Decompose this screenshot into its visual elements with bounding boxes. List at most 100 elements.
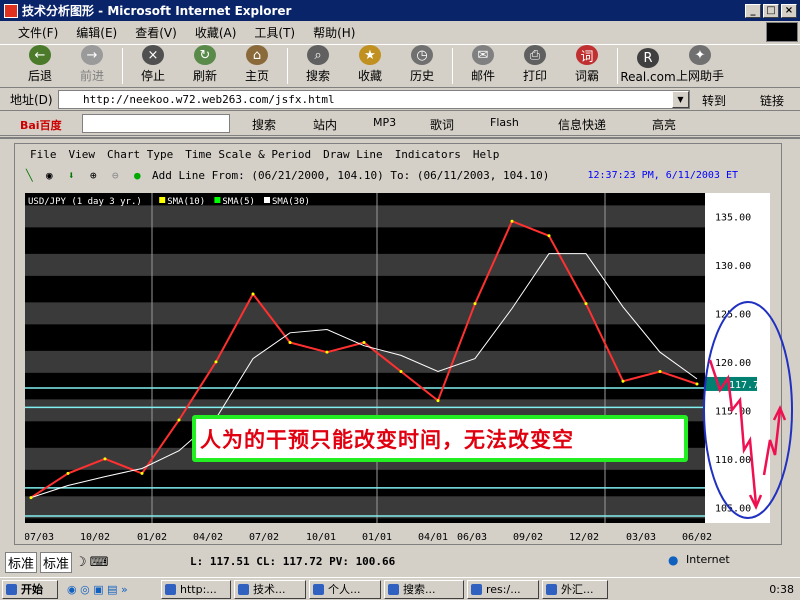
task-3[interactable]: 个人... [309,579,381,599]
applet-menu-draw-line[interactable]: Draw Line [323,148,383,161]
toolbar-forward-arrow-button[interactable]: → 前进 [66,45,118,87]
task-5[interactable]: res:/... [467,579,539,599]
legend-entry: SMA(5) [222,197,255,207]
line-tool-icon[interactable]: ╲ [26,169,46,182]
assistant-icon: ✦ [689,45,711,65]
toolbar-label: 打印 [522,69,547,83]
refresh-icon: ↻ [194,45,216,65]
applet-menu-view[interactable]: View [69,148,96,161]
window-title: 技术分析图形 - Microsoft Internet Explorer [22,4,292,18]
baidu-site-button[interactable]: 站内 [313,116,337,133]
menu-favorites[interactable]: 收藏(A) [195,24,237,41]
hand-drawn-annotation [703,301,793,519]
menu-view[interactable]: 查看(V) [135,24,177,41]
menu-bar: 文件(F) 编辑(E) 查看(V) 收藏(A) 工具(T) 帮助(H) [0,21,760,43]
baidu-logo[interactable]: Bai百度 [20,117,62,133]
chevron-down-icon[interactable]: ▼ [672,91,689,108]
toolbar-assistant-button[interactable]: ✦ 上网助手 [674,45,726,87]
task-2[interactable]: 技术... [234,579,306,599]
legend-swatch [264,197,270,203]
toolbar-history-button[interactable]: ◷ 历史 [396,45,448,87]
task-4[interactable]: 搜索... [384,579,464,599]
maximize-button[interactable]: □ [763,3,779,18]
price-point [547,234,551,238]
go-button[interactable]: 转到 [702,92,726,109]
x-tick-label: 10/02 [80,532,110,543]
toolbar-print-button[interactable]: ⎙ 打印 [509,45,561,87]
baidu-mp3-button[interactable]: MP3 [373,116,396,129]
x-tick-label: 12/02 [569,532,599,543]
zoom-out-icon[interactable]: ⊖ [112,169,134,182]
toolbar-mail-button[interactable]: ✉ 邮件 [457,45,509,87]
price-point [288,340,292,344]
links-button[interactable]: 链接 [760,92,784,109]
x-tick-label: 01/02 [137,532,167,543]
x-tick-label: 03/03 [626,532,656,543]
baidu-express-button[interactable]: 信息快递 [558,116,606,133]
price-point [325,350,329,354]
price-point [140,471,144,475]
start-button[interactable]: 开始 [2,579,58,599]
applet-menu-indicators[interactable]: Indicators [395,148,461,161]
price-point [362,340,366,344]
price-chart: 07/03 10/02 01/02 04/02 07/02 10/01 01/01 04/01… [25,193,770,543]
toolbar-home-button[interactable]: ⌂ 主页 [231,45,283,87]
close-button[interactable]: × [781,3,797,18]
menu-help[interactable]: 帮助(H) [313,24,355,41]
applet-menu-help[interactable]: Help [473,148,500,161]
toolbar-label: 词霸 [574,69,599,83]
price-point [177,418,181,422]
applet-menu-time-scale[interactable]: Time Scale & Period [185,148,311,161]
mail-icon: ✉ [472,45,494,65]
menu-file[interactable]: 文件(F) [18,24,58,41]
zoom-in-icon[interactable]: ⊕ [90,169,112,182]
toolbar-stop-button[interactable]: × 停止 [127,45,179,87]
toolbar-favorites-button[interactable]: ★ 收藏 [344,45,396,87]
toolbar-back-arrow-button[interactable]: ← 后退 [14,45,66,87]
applet-menu-file[interactable]: File [30,148,57,161]
task-6[interactable]: 外汇... [542,579,608,599]
down-arrow-icon[interactable]: ⬇ [68,169,90,182]
price-point [66,471,70,475]
internet-zone: Internet [686,553,730,566]
home-icon: ⌂ [246,45,268,65]
menu-tools[interactable]: 工具(T) [254,24,295,41]
moon-icon[interactable]: ☽ [75,555,87,570]
keyboard-icon[interactable]: ⌨ [90,555,109,570]
toolbar-refresh-button[interactable]: ↻ 刷新 [179,45,231,87]
back-arrow-icon: ← [29,45,51,65]
ime-toggle-2[interactable]: 标准 [40,551,73,573]
applet-menu-chart-type[interactable]: Chart Type [107,148,173,161]
baidu-flash-button[interactable]: Flash [490,116,519,129]
legend-swatch [214,197,221,203]
toolbar-label: 停止 [140,69,165,83]
price-point [251,292,255,296]
ime-toggle[interactable]: 标准 [5,551,38,573]
quick-launch-icons[interactable]: ◉ ◎ ▣ ▤ » [61,583,161,596]
dictionary-icon: 词 [576,45,598,65]
legend-entry: SMA(30) [272,197,310,207]
x-tick-label: 04/01 [418,532,448,543]
toolbar-real-button[interactable]: R Real.com [620,45,676,87]
price-point [29,496,33,500]
baidu-lyrics-button[interactable]: 歌词 [430,116,454,133]
baidu-search-button[interactable]: 搜索 [252,116,276,133]
standard-toolbar: ← 后退 → 前进 × 停止 ↻ 刷新 ⌂ 主页 ⌕ 搜索 ★ 收藏 ◷ 历史 ✉ 邮件 ⎙ 打印词词霸 R Real.c… [0,44,800,88]
status-dot-icon[interactable]: ● [134,169,152,182]
favorites-icon: ★ [359,45,381,65]
baidu-highlight-button[interactable]: 高亮 [652,116,676,133]
x-tick-label: 07/03 [25,532,54,543]
toolbar-dictionary-button[interactable]: 词词霸 [561,45,613,87]
toolbar-label: 历史 [409,69,434,83]
history-icon: ◷ [411,45,433,65]
task-1[interactable]: http:... [161,579,231,599]
target-icon[interactable]: ◉ [46,169,68,182]
search-input[interactable] [82,114,230,133]
toolbar-label: 主页 [244,69,269,83]
address-input[interactable]: http://neekoo.w72.web263.com/jsfx.html [58,90,690,109]
minimize-button[interactable]: _ [745,3,761,18]
toolbar-search-button[interactable]: ⌕ 搜索 [292,45,344,87]
menu-edit[interactable]: 编辑(E) [76,24,117,41]
toolbar-label: 上网助手 [675,69,724,83]
status-area: 标准 标准 ☽ ⌨ L: 117.51 CL: 117.72 PV: 100.6… [0,549,800,577]
